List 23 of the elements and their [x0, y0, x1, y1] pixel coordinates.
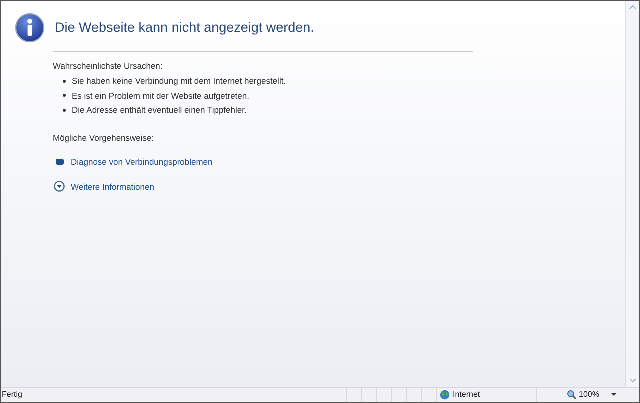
bullet-icon [63, 109, 66, 112]
cause-text: Die Adresse enthält eventuell einen Tippfehler. [72, 104, 247, 117]
action-link[interactable]: Diagnose von Verbindungsproblemen [71, 156, 213, 168]
info-icon [15, 13, 45, 43]
caret-icon[interactable] [611, 393, 618, 397]
status-text: Fertig [1, 389, 24, 401]
bullet-icon [63, 80, 66, 83]
vertical-scrollbar[interactable] [625, 1, 639, 387]
bullet-icon [56, 159, 64, 166]
expand-icon [54, 181, 65, 192]
zoom-level[interactable]: 100% [579, 389, 600, 401]
cause-text: Es ist ein Problem mit der Website aufgetreten. [72, 90, 250, 102]
scroll-up-icon[interactable] [628, 3, 638, 11]
scroll-down-icon[interactable] [628, 377, 638, 385]
actions-heading: Mögliche Vorgehensweise: [53, 132, 156, 145]
error-title: Die Webseite kann nicht angezeigt werden. [55, 18, 314, 37]
zone-text: Internet [453, 389, 480, 401]
cause-text: Sie haben keine Verbindung mit dem Internet hergestellt. [72, 74, 286, 88]
bullet-icon [63, 94, 66, 98]
zoom-icon [567, 390, 577, 400]
globe-icon [440, 390, 450, 400]
causes-heading: Wahrscheinlichste Ursachen: [53, 60, 164, 73]
action-link[interactable]: Weitere Informationen [71, 180, 154, 194]
